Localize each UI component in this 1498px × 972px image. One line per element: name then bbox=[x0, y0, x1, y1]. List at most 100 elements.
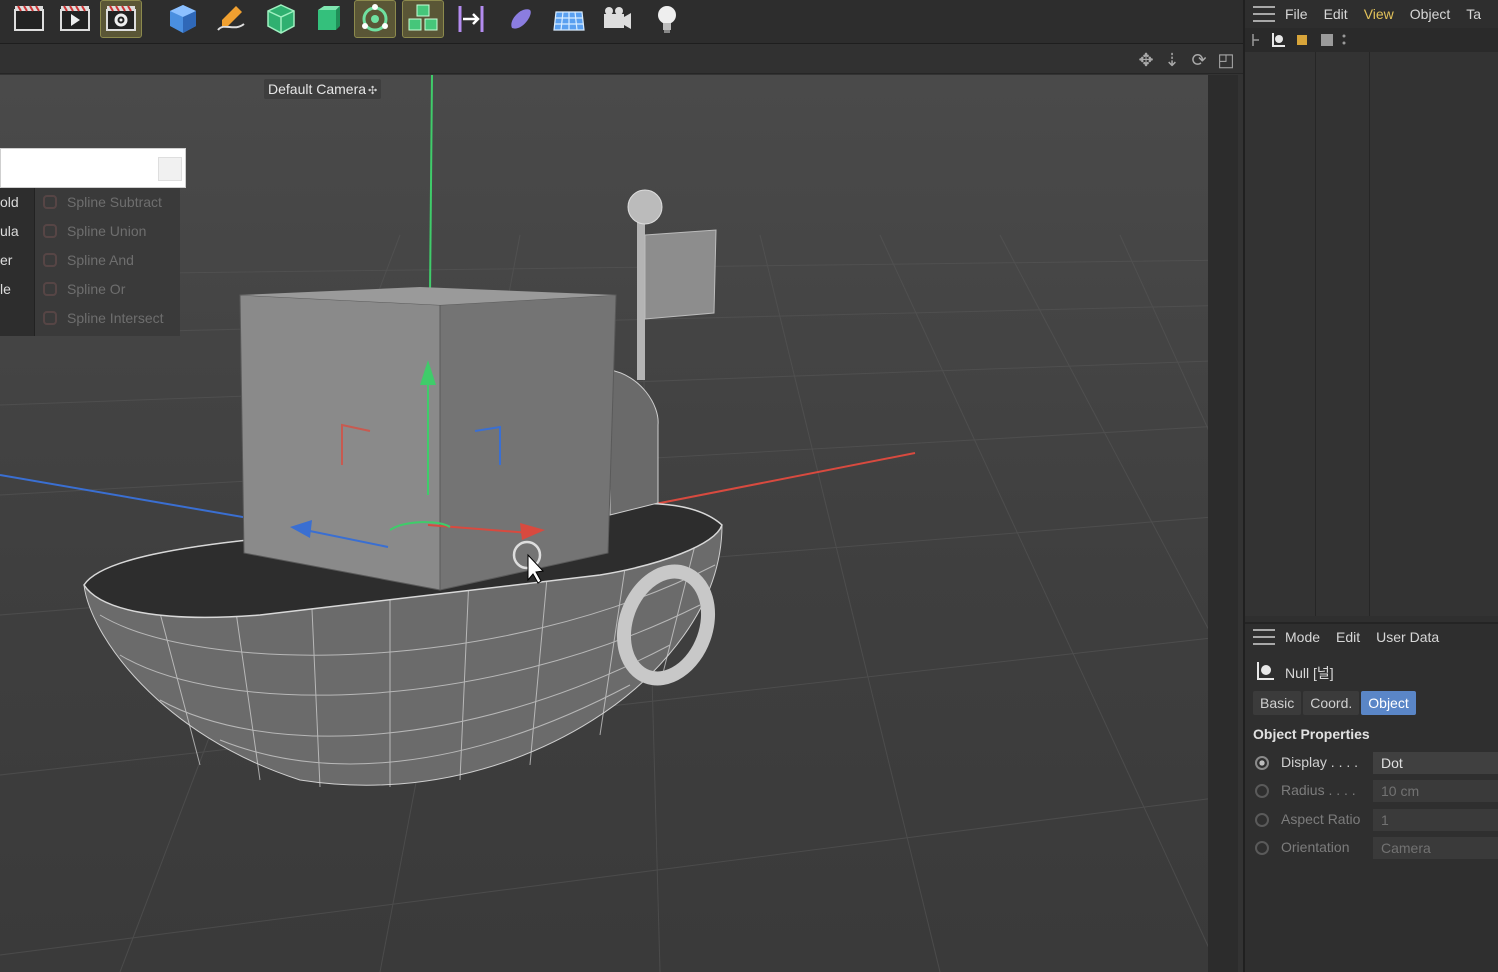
menu-item-label: Spline Subtract bbox=[67, 194, 162, 210]
menu-item-spline-or[interactable]: Spline Or bbox=[35, 275, 181, 304]
animation-keyframe-icon bbox=[1255, 813, 1269, 827]
close-icon[interactable] bbox=[158, 157, 182, 181]
menu-mode[interactable]: Mode bbox=[1285, 629, 1320, 645]
subdivision-surface-button[interactable] bbox=[260, 0, 302, 38]
null-object-icon bbox=[1257, 662, 1274, 680]
property-label: Display . . . . bbox=[1281, 754, 1359, 770]
pen-spline-icon bbox=[217, 6, 245, 31]
toggle-view-icon[interactable]: ◰ bbox=[1216, 50, 1236, 70]
render-picture-viewer-button[interactable] bbox=[54, 0, 96, 38]
cube-array-icon bbox=[408, 4, 438, 31]
move-view-icon[interactable]: ✥ bbox=[1136, 50, 1156, 70]
menu-item-label: Spline Union bbox=[67, 223, 147, 239]
light-icon bbox=[658, 6, 676, 33]
viewport-scrollbar[interactable] bbox=[1208, 75, 1238, 972]
tab-object[interactable]: Object bbox=[1361, 691, 1416, 715]
animation-keyframe-icon[interactable] bbox=[1255, 756, 1269, 770]
display-dropdown[interactable]: Dot bbox=[1373, 752, 1498, 774]
sweep-icon bbox=[511, 9, 531, 29]
deformer-icon bbox=[458, 6, 484, 32]
mast-ball bbox=[627, 189, 663, 225]
object-title: Null [널] bbox=[1285, 665, 1334, 681]
render-picture-viewer-icon bbox=[60, 5, 90, 31]
floor-icon bbox=[553, 11, 585, 31]
cube-array-button[interactable] bbox=[402, 0, 444, 38]
popup-left-item[interactable]: er bbox=[0, 246, 34, 275]
object-manager-menubar: File Edit View Object Ta bbox=[1245, 0, 1498, 28]
popup-left-item[interactable]: le bbox=[0, 275, 34, 304]
camera-label-text: Default Camera bbox=[268, 81, 367, 97]
popup-left-item[interactable]: ula bbox=[0, 217, 34, 246]
menu-item-spline-subtract[interactable]: Spline Subtract bbox=[35, 188, 181, 217]
property-label: Orientation bbox=[1281, 839, 1350, 855]
property-label: Radius . . . . bbox=[1281, 782, 1356, 798]
menu-edit[interactable]: Edit bbox=[1336, 629, 1360, 645]
world-z-axis bbox=[0, 474, 261, 521]
camera-button[interactable] bbox=[596, 0, 638, 38]
render-settings-button[interactable] bbox=[100, 0, 142, 38]
extrude-button[interactable] bbox=[306, 0, 348, 38]
world-x-axis bbox=[649, 452, 916, 506]
mograph-cloner-icon bbox=[362, 4, 388, 32]
tab-coord[interactable]: Coord. bbox=[1303, 691, 1360, 715]
mograph-cloner-button[interactable] bbox=[354, 0, 396, 38]
menu-item-label: Spline And bbox=[67, 252, 134, 268]
section-title: Object Properties bbox=[1253, 726, 1370, 742]
camera-label[interactable]: Default Camera ✣ bbox=[264, 79, 382, 99]
orientation-dropdown: Camera bbox=[1373, 837, 1498, 859]
extrude-icon bbox=[318, 6, 340, 30]
popup-left-item[interactable]: old bbox=[0, 188, 34, 217]
spline-subtract-icon bbox=[43, 195, 57, 209]
menu-item-spline-union[interactable]: Spline Union bbox=[35, 217, 181, 246]
rotate-view-icon[interactable]: ⟳ bbox=[1189, 50, 1209, 70]
property-label: Aspect Ratio bbox=[1281, 811, 1361, 827]
menu-object[interactable]: Object bbox=[1410, 6, 1450, 22]
object-list[interactable] bbox=[1245, 52, 1498, 616]
spline-or-icon bbox=[43, 282, 57, 296]
menu-edit[interactable]: Edit bbox=[1324, 6, 1348, 22]
property-display: Display . . . . Dot bbox=[1245, 750, 1498, 776]
deformer-button[interactable] bbox=[450, 0, 492, 38]
spline-union-icon bbox=[43, 224, 57, 238]
tag-icon bbox=[1297, 35, 1307, 45]
pen-spline-button[interactable] bbox=[210, 0, 252, 38]
property-aspect-ratio: Aspect Ratio 1 bbox=[1245, 807, 1498, 833]
hamburger-menu-icon[interactable] bbox=[1253, 6, 1275, 22]
property-radius: Radius . . . . 10 cm bbox=[1245, 778, 1498, 804]
property-orientation: Orientation Camera bbox=[1245, 835, 1498, 861]
popup-left-column: old ula er le bbox=[0, 188, 34, 336]
main-toolbar bbox=[0, 0, 1243, 44]
cube-button[interactable] bbox=[162, 0, 204, 38]
menu-view[interactable]: View bbox=[1364, 6, 1394, 22]
menu-item-label: Spline Intersect bbox=[67, 310, 164, 326]
menu-item-spline-intersect[interactable]: Spline Intersect bbox=[35, 304, 181, 333]
popup-spline-boolean-column: Spline Subtract Spline Union Spline And … bbox=[34, 188, 180, 336]
animation-keyframe-icon bbox=[1255, 841, 1269, 855]
viewport-header: ✥ ⇣ ⟳ ◰ bbox=[0, 44, 1243, 74]
menu-item-label: Spline Or bbox=[67, 281, 126, 297]
menu-tags[interactable]: Ta bbox=[1466, 6, 1481, 22]
light-button[interactable] bbox=[646, 0, 688, 38]
spline-intersect-icon bbox=[43, 311, 57, 325]
cinema4d-window: ✥ ⇣ ⟳ ◰ Default Camera ✣ old ula er le S… bbox=[0, 0, 1498, 972]
spline-popup-menu: old ula er le Spline Subtract Spline Uni… bbox=[0, 148, 186, 336]
render-view-button[interactable] bbox=[8, 0, 50, 38]
subdivision-surface-icon bbox=[267, 4, 295, 34]
right-panel: File Edit View Object Ta Mode Edit User … bbox=[1243, 0, 1498, 972]
world-y-axis bbox=[429, 75, 433, 296]
attribute-manager-menubar: Mode Edit User Data bbox=[1245, 622, 1498, 650]
hamburger-menu-icon[interactable] bbox=[1253, 629, 1275, 645]
menu-user-data[interactable]: User Data bbox=[1376, 629, 1439, 645]
aspect-ratio-field: 1 bbox=[1373, 809, 1498, 831]
floor-button[interactable] bbox=[548, 0, 590, 38]
attribute-tabs: Basic Coord. Object bbox=[1253, 691, 1418, 715]
object-manager-toolbar bbox=[1245, 28, 1498, 52]
tab-basic[interactable]: Basic bbox=[1253, 691, 1302, 715]
null-object-icon bbox=[1272, 33, 1285, 47]
flag bbox=[644, 229, 717, 320]
menu-file[interactable]: File bbox=[1285, 6, 1308, 22]
zoom-view-icon[interactable]: ⇣ bbox=[1162, 50, 1182, 70]
menu-item-spline-and[interactable]: Spline And bbox=[35, 246, 181, 275]
sweep-button[interactable] bbox=[500, 0, 542, 38]
cabin-dome bbox=[609, 369, 659, 516]
